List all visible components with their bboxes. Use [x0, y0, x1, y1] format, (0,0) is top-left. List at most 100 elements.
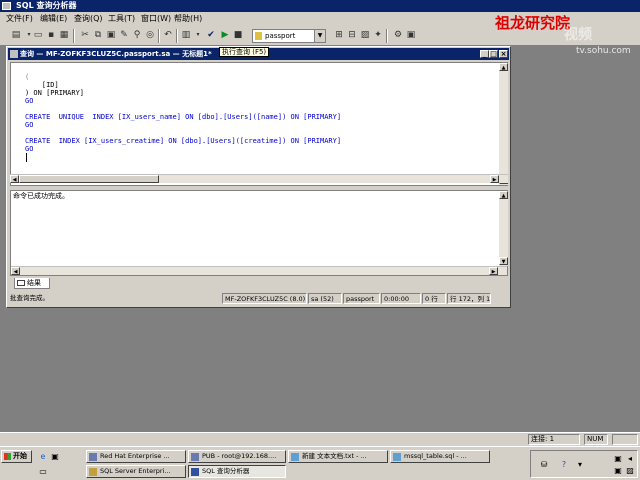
- paste-icon[interactable]: ▣: [105, 29, 117, 41]
- grid-icon: [17, 280, 25, 286]
- task-redhat[interactable]: Red Hat Enterprise ...: [86, 450, 186, 463]
- status-server: MF-ZOFKF3CLUZ5C (8.0): [222, 293, 307, 304]
- database-icon: [255, 32, 262, 40]
- object-search-icon[interactable]: ⊟: [346, 29, 358, 41]
- app-title-bar[interactable]: SQL 查询分析器: [0, 0, 640, 12]
- task-label: 新建 文本文档.txt - ...: [302, 452, 367, 460]
- code-line: CREATE UNIQUE INDEX [IX_users_name] ON […: [25, 113, 342, 121]
- save-icon[interactable]: ▪: [45, 29, 57, 41]
- query-window: 查询 — MF-ZOFKF3CLUZ5C.passport.sa — 无标题1*…: [6, 46, 511, 308]
- results-pane[interactable]: 命令已成功完成。 ▲ ▼ ◀ ▶: [10, 190, 508, 276]
- status-position: 行 172，列 1: [447, 293, 491, 304]
- minimize-button[interactable]: _: [480, 50, 489, 58]
- app-title: SQL 查询分析器: [16, 1, 77, 10]
- watermark-video: 视频: [564, 27, 592, 43]
- status-rows: 0 行: [422, 293, 446, 304]
- status-message: 批查询完成。: [10, 294, 49, 302]
- result-message: 命令已成功完成。: [13, 192, 69, 200]
- code-line: [ID]: [25, 81, 59, 89]
- scroll-right-icon[interactable]: ▶: [490, 175, 499, 183]
- menu-file[interactable]: 文件(F): [6, 13, 33, 25]
- results-mode-icon[interactable]: ▥: [180, 29, 192, 41]
- scroll-right-icon[interactable]: ▶: [489, 267, 498, 275]
- plan-icon[interactable]: ▨: [359, 29, 371, 41]
- task-label: mssql_table.sql - ...: [404, 452, 467, 460]
- load-icon[interactable]: ▦: [58, 29, 70, 41]
- task-enterprise-manager[interactable]: SQL Server Enterpri...: [86, 465, 186, 478]
- help-tray-icon[interactable]: ?: [559, 460, 569, 470]
- maximize-button[interactable]: □: [489, 50, 498, 58]
- find-icon[interactable]: ⚲: [131, 29, 143, 41]
- status-database: passport: [343, 293, 380, 304]
- undo-icon[interactable]: ↶: [162, 29, 174, 41]
- menu-edit[interactable]: 编辑(E): [40, 13, 67, 25]
- code-area[interactable]: ( [ID] ) ON [PRIMARY] GO CREATE UNIQUE I…: [25, 65, 341, 161]
- menu-query[interactable]: 查询(Q): [74, 13, 103, 25]
- cut-icon[interactable]: ✂: [79, 29, 91, 41]
- query-analyzer-icon: [191, 468, 199, 476]
- status-numlock: NUM: [584, 434, 608, 445]
- app-status-bar: 连接: 1 NUM: [0, 432, 640, 446]
- task-query-analyzer[interactable]: SQL 查询分析器: [188, 465, 286, 478]
- tab-results[interactable]: 结果: [14, 278, 50, 289]
- chevron-down-icon[interactable]: ▼: [314, 30, 325, 42]
- scroll-up-icon[interactable]: ▲: [499, 63, 508, 71]
- status-time: 0:00:00: [381, 293, 421, 304]
- network-tray-icon[interactable]: ▣: [613, 454, 623, 464]
- text-caret: [26, 153, 27, 162]
- dropdown-tray-icon[interactable]: ▾: [575, 460, 585, 470]
- taskbar: 开始 e ▣ ▭ Red Hat Enterprise ... PUB - ro…: [0, 446, 640, 480]
- results-dropdown-icon[interactable]: ▾: [192, 29, 204, 41]
- quicklaunch-icon[interactable]: ▭: [38, 467, 48, 477]
- network2-tray-icon[interactable]: ▣: [613, 466, 623, 476]
- open-icon[interactable]: ▭: [32, 29, 44, 41]
- results-horizontal-scrollbar[interactable]: ◀ ▶: [11, 266, 507, 275]
- task-putty[interactable]: PUB - root@192.168....: [188, 450, 286, 463]
- start-button[interactable]: 开始: [1, 450, 32, 463]
- menu-window[interactable]: 窗口(W): [141, 13, 171, 25]
- pane-icon[interactable]: ▣: [405, 29, 417, 41]
- scroll-left-icon[interactable]: ◀: [11, 267, 20, 275]
- editor-vertical-scrollbar[interactable]: ▲ ▼: [499, 63, 508, 185]
- database-select-value: passport: [265, 32, 296, 40]
- toolbar-separator: [73, 29, 75, 43]
- scroll-thumb[interactable]: [19, 175, 159, 183]
- query-window-title: 查询 — MF-ZOFKF3CLUZ5C.passport.sa — 无标题1*: [20, 50, 212, 58]
- binoculars-icon[interactable]: ◎: [144, 29, 156, 41]
- watermark-site: tv.sohu.com: [576, 46, 631, 56]
- sql-server-tray-icon[interactable]: ⛁: [539, 460, 549, 470]
- stop-icon[interactable]: ■: [232, 29, 244, 41]
- close-button[interactable]: ×: [499, 50, 508, 58]
- scroll-down-icon[interactable]: ▼: [499, 257, 508, 265]
- execute-icon[interactable]: ▶: [219, 29, 231, 41]
- options-icon[interactable]: ⚙: [392, 29, 404, 41]
- status-connections: 连接: 1: [528, 434, 580, 445]
- start-label: 开始: [13, 452, 27, 460]
- editor-horizontal-scrollbar[interactable]: ◀ ▶: [10, 174, 508, 183]
- new-query-icon[interactable]: ▤: [10, 29, 22, 41]
- show-plan-icon[interactable]: ✦: [372, 29, 384, 41]
- task-notepad-sql[interactable]: mssql_table.sql - ...: [390, 450, 490, 463]
- show-desktop-icon[interactable]: ▣: [50, 452, 60, 462]
- code-line: GO: [25, 145, 34, 153]
- copy-icon[interactable]: ⧉: [92, 29, 104, 41]
- object-browser-icon[interactable]: ⊞: [333, 29, 345, 41]
- scroll-left-icon[interactable]: ◀: [10, 175, 19, 183]
- volume-tray-icon[interactable]: ◂: [625, 454, 635, 464]
- query-editor[interactable]: ( [ID] ) ON [PRIMARY] GO CREATE UNIQUE I…: [10, 62, 508, 186]
- watermark-logo: 祖龙研究院: [495, 14, 571, 32]
- security-tray-icon[interactable]: ▨: [625, 466, 635, 476]
- database-select[interactable]: passport ▼: [252, 29, 326, 43]
- status-empty: [612, 434, 638, 445]
- menu-help[interactable]: 帮助(H): [174, 13, 202, 25]
- results-tabs: 结果: [10, 278, 508, 290]
- task-notepad-txt[interactable]: 新建 文本文档.txt - ...: [288, 450, 388, 463]
- results-vertical-scrollbar[interactable]: ▲ ▼: [499, 191, 508, 266]
- clear-icon[interactable]: ✎: [118, 29, 130, 41]
- parse-icon[interactable]: ✔: [205, 29, 217, 41]
- ie-icon[interactable]: e: [38, 452, 48, 462]
- scroll-up-icon[interactable]: ▲: [499, 191, 508, 199]
- query-status-bar: 批查询完成。 MF-ZOFKF3CLUZ5C (8.0) sa (52) pas…: [8, 292, 509, 305]
- notepad-icon: [393, 453, 401, 461]
- menu-tools[interactable]: 工具(T): [108, 13, 135, 25]
